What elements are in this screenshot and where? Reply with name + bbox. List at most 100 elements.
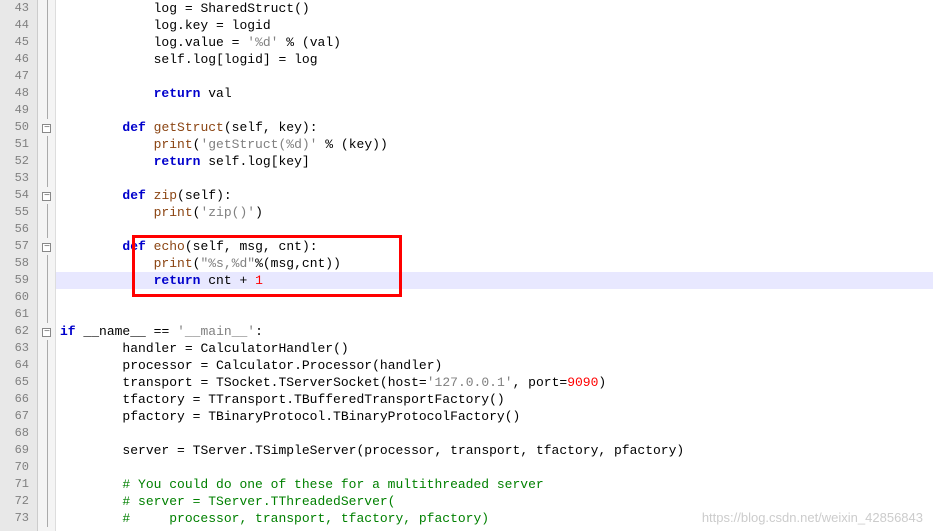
- token-plain: log.value: [60, 35, 232, 50]
- code-line[interactable]: print('zip()'): [56, 204, 933, 221]
- code-line[interactable]: return cnt + 1: [56, 272, 933, 289]
- fold-cell[interactable]: [38, 442, 55, 459]
- token-op: (: [341, 137, 349, 152]
- code-line[interactable]: tfactory = TTransport.TBufferedTransport…: [56, 391, 933, 408]
- code-line[interactable]: if __name__ == '__main__':: [56, 323, 933, 340]
- token-op: (: [177, 188, 185, 203]
- token-fn-name: zip: [154, 188, 177, 203]
- fold-cell[interactable]: [38, 85, 55, 102]
- code-line[interactable]: processor = Calculator.Processor(handler…: [56, 357, 933, 374]
- fold-cell[interactable]: [38, 153, 55, 170]
- line-number: 53: [0, 170, 29, 187]
- token-plain: handler: [60, 341, 185, 356]
- code-line[interactable]: def zip(self):: [56, 187, 933, 204]
- code-editor[interactable]: 4344454647484950515253545556575859606162…: [0, 0, 933, 531]
- code-line[interactable]: [56, 459, 933, 476]
- code-line[interactable]: self.log[logid] = log: [56, 51, 933, 68]
- fold-cell[interactable]: [38, 34, 55, 51]
- fold-cell[interactable]: [38, 272, 55, 289]
- token-plain: TBinaryProtocol.TBinaryProtocolFactory: [200, 409, 504, 424]
- token-kw-ret: return: [154, 86, 201, 101]
- fold-cell[interactable]: [38, 102, 55, 119]
- line-number: 68: [0, 425, 29, 442]
- fold-cell[interactable]: [38, 289, 55, 306]
- token-plain: port: [520, 375, 559, 390]
- fold-cell[interactable]: [38, 357, 55, 374]
- fold-cell[interactable]: [38, 17, 55, 34]
- code-area[interactable]: log = SharedStruct() log.key = logid log…: [56, 0, 933, 531]
- token-plain: transport: [442, 443, 520, 458]
- token-plain: [60, 120, 122, 135]
- token-comment: # processor, transport, tfactory, pfacto…: [122, 511, 489, 526]
- code-line[interactable]: [56, 425, 933, 442]
- fold-cell[interactable]: [38, 476, 55, 493]
- code-line[interactable]: log.key = logid: [56, 17, 933, 34]
- code-line[interactable]: pfactory = TBinaryProtocol.TBinaryProtoc…: [56, 408, 933, 425]
- token-plain: [271, 52, 279, 67]
- code-line[interactable]: def echo(self, msg, cnt):: [56, 238, 933, 255]
- token-plain: log: [286, 52, 317, 67]
- code-line[interactable]: def getStruct(self, key):: [56, 119, 933, 136]
- fold-collapse-icon[interactable]: [42, 124, 51, 133]
- token-op: ,: [263, 120, 271, 135]
- code-line[interactable]: [56, 102, 933, 119]
- fold-collapse-icon[interactable]: [42, 192, 51, 201]
- fold-cell[interactable]: [38, 323, 55, 340]
- fold-cell[interactable]: [38, 493, 55, 510]
- token-plain: .log: [185, 52, 216, 67]
- token-plain: processor: [60, 358, 200, 373]
- fold-cell[interactable]: [38, 255, 55, 272]
- code-line[interactable]: [56, 68, 933, 85]
- token-op: ): [676, 443, 684, 458]
- code-line[interactable]: log.value = '%d' % (val): [56, 34, 933, 51]
- line-number: 72: [0, 493, 29, 510]
- fold-cell[interactable]: [38, 306, 55, 323]
- code-line[interactable]: [56, 221, 933, 238]
- fold-cell[interactable]: [38, 0, 55, 17]
- token-kw-ret: return: [154, 273, 201, 288]
- fold-cell[interactable]: [38, 221, 55, 238]
- code-line[interactable]: return val: [56, 85, 933, 102]
- fold-cell[interactable]: [38, 51, 55, 68]
- code-line[interactable]: server = TServer.TSimpleServer(processor…: [56, 442, 933, 459]
- code-line[interactable]: # You could do one of these for a multit…: [56, 476, 933, 493]
- code-line[interactable]: handler = CalculatorHandler(): [56, 340, 933, 357]
- code-line[interactable]: [56, 289, 933, 306]
- token-op: (: [302, 35, 310, 50]
- token-op: [: [216, 52, 224, 67]
- code-line[interactable]: return self.log[key]: [56, 153, 933, 170]
- code-line[interactable]: [56, 170, 933, 187]
- fold-cell[interactable]: [38, 187, 55, 204]
- token-plain: tfactory: [60, 392, 193, 407]
- token-self-kw: self: [193, 239, 224, 254]
- fold-gutter[interactable]: [38, 0, 56, 531]
- fold-cell[interactable]: [38, 340, 55, 357]
- fold-cell[interactable]: [38, 459, 55, 476]
- fold-cell[interactable]: [38, 136, 55, 153]
- code-line[interactable]: # server = TServer.TThreadedServer(: [56, 493, 933, 510]
- fold-cell[interactable]: [38, 510, 55, 527]
- token-self-kw: self: [208, 154, 239, 169]
- code-line[interactable]: transport = TSocket.TServerSocket(host='…: [56, 374, 933, 391]
- code-line[interactable]: print("%s,%d"%(msg,cnt)): [56, 255, 933, 272]
- fold-cell[interactable]: [38, 391, 55, 408]
- token-plain: [60, 256, 154, 271]
- code-line[interactable]: print('getStruct(%d)' % (key)): [56, 136, 933, 153]
- token-plain: handler: [380, 358, 435, 373]
- fold-cell[interactable]: [38, 425, 55, 442]
- token-plain: pfactory: [606, 443, 676, 458]
- fold-collapse-icon[interactable]: [42, 328, 51, 337]
- fold-cell[interactable]: [38, 119, 55, 136]
- code-line[interactable]: [56, 306, 933, 323]
- fold-cell[interactable]: [38, 170, 55, 187]
- code-line[interactable]: log = SharedStruct(): [56, 0, 933, 17]
- fold-collapse-icon[interactable]: [42, 243, 51, 252]
- fold-cell[interactable]: [38, 68, 55, 85]
- fold-cell[interactable]: [38, 204, 55, 221]
- token-op: (: [224, 120, 232, 135]
- token-op: ): [216, 188, 224, 203]
- fold-cell[interactable]: [38, 374, 55, 391]
- token-plain: [146, 239, 154, 254]
- fold-cell[interactable]: [38, 238, 55, 255]
- fold-cell[interactable]: [38, 408, 55, 425]
